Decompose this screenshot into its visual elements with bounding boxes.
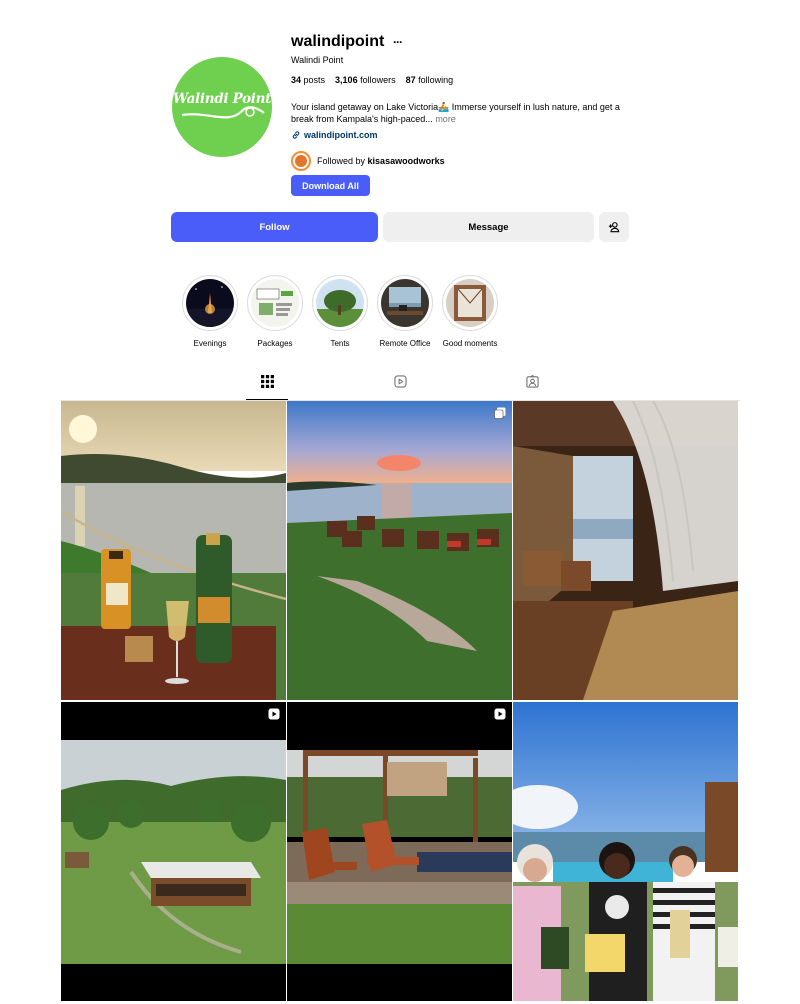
more-options-icon[interactable]: ··· [393, 35, 403, 49]
profile-stats: 34 posts 3,106 followers 87 following [291, 75, 453, 85]
post-image [513, 401, 738, 700]
post-image [61, 401, 286, 700]
carousel-icon [494, 407, 506, 419]
avatar-logo-swoosh [181, 106, 265, 119]
post-thumbnail[interactable] [287, 702, 512, 1001]
highlight-remote-office[interactable]: Remote Office [375, 275, 435, 348]
reel-icon [494, 708, 506, 720]
grid-icon [260, 375, 274, 388]
post-thumbnail[interactable] [287, 401, 512, 700]
post-image [61, 702, 286, 1001]
reels-icon [393, 375, 407, 388]
post-thumbnail[interactable] [61, 702, 286, 1001]
highlight-cover-image [316, 279, 364, 327]
reel-icon [268, 708, 280, 720]
highlight-label: Evenings [193, 339, 227, 348]
website-link[interactable]: walindipoint.com [291, 130, 378, 140]
tab-posts[interactable] [246, 375, 288, 400]
post-image [513, 702, 738, 1001]
tagged-icon [525, 375, 539, 388]
profile-full-name: Walindi Point [291, 55, 344, 65]
highlight-label: Good moments [442, 339, 498, 348]
followed-by-text: Followed by kisasawoodworks [317, 156, 445, 166]
post-image [287, 401, 512, 700]
tab-tagged[interactable] [511, 375, 553, 400]
highlight-good-moments[interactable]: Good moments [440, 275, 500, 348]
highlight-packages[interactable]: Packages [245, 275, 305, 348]
download-all-button[interactable]: Download All [291, 175, 370, 196]
follow-button[interactable]: Follow [171, 212, 378, 242]
profile-avatar[interactable]: Walindi Point [172, 57, 272, 157]
suggested-users-button[interactable] [599, 212, 629, 242]
profile-username: walindipoint [291, 33, 385, 50]
post-thumbnail[interactable] [61, 401, 286, 700]
post-thumbnail[interactable] [513, 702, 738, 1001]
follower-avatar[interactable] [291, 151, 311, 171]
followed-by[interactable]: Followed by kisasawoodworks [291, 151, 445, 171]
bio-more-link[interactable]: more [435, 114, 456, 124]
message-button[interactable]: Message [383, 212, 594, 242]
highlight-cover-image [446, 279, 494, 327]
followers-stat[interactable]: 3,106 followers [335, 75, 396, 85]
following-stat[interactable]: 87 following [406, 75, 454, 85]
highlight-label: Remote Office [379, 339, 431, 348]
highlight-cover-image [186, 279, 234, 327]
highlight-tents[interactable]: Tents [310, 275, 370, 348]
followed-by-user[interactable]: kisasawoodworks [368, 156, 445, 166]
highlight-label: Packages [257, 339, 293, 348]
highlight-cover-image [251, 279, 299, 327]
profile-bio: Your island getaway on Lake Victoria🚣 Im… [291, 101, 636, 125]
add-person-icon [608, 222, 620, 233]
highlight-label: Tents [330, 339, 350, 348]
highlight-cover-image [381, 279, 429, 327]
tab-reels[interactable] [379, 375, 421, 400]
post-thumbnail[interactable] [513, 401, 738, 700]
post-image [287, 702, 512, 1001]
link-icon [292, 131, 300, 139]
posts-stat: 34 posts [291, 75, 326, 85]
website-link-text[interactable]: walindipoint.com [304, 130, 378, 140]
highlight-evenings[interactable]: Evenings [180, 275, 240, 348]
